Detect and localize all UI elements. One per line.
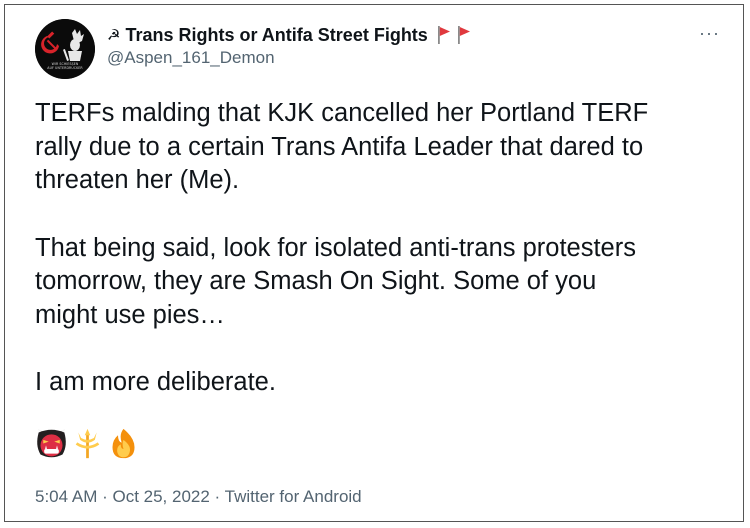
- tweet-text-line: rally due to a certain Trans Antifa Lead…: [35, 132, 644, 161]
- sickle-icon: ☭: [107, 27, 121, 44]
- tweet-text-line: might use pies…: [35, 300, 225, 329]
- tweet-text: TERFs malding that KJK cancelled her Por…: [35, 97, 725, 400]
- flag-emojis: [436, 25, 472, 45]
- tweet-text-line: TERFs malding that KJK cancelled her Por…: [35, 99, 649, 127]
- tweet-text-line: threaten her (Me).: [35, 166, 240, 194]
- tweet-card: WIR SCHIESSEN AUF UNTERDRÜCKER ☭ Trans R…: [4, 4, 744, 522]
- tweet-text-line: That being said, look for isolated anti-…: [35, 233, 636, 262]
- red-flag-icon: [437, 26, 450, 44]
- tweet-text-line: I am more deliberate.: [35, 368, 276, 396]
- emoji-row: [35, 427, 140, 467]
- display-name[interactable]: Trans Rights or Antifa Street Fights: [125, 25, 427, 46]
- ogre-emoji-icon: [37, 428, 66, 458]
- user-handle[interactable]: @Aspen_161_Demon: [107, 48, 275, 68]
- fire-emoji-icon: [112, 428, 135, 459]
- red-flag-icon: [457, 26, 470, 44]
- tweet-text-line: tomorrow, they are Smash On Sight. Some …: [35, 267, 597, 295]
- display-name-row[interactable]: ☭ Trans Rights or Antifa Street Fights: [107, 23, 472, 47]
- tweet-timestamp[interactable]: 5:04 AM · Oct 25, 2022 · Twitter for And…: [35, 487, 362, 507]
- avatar[interactable]: WIR SCHIESSEN AUF UNTERDRÜCKER: [35, 19, 95, 79]
- avatar-emblem-icon: [35, 19, 95, 79]
- avatar-caption-line2: AUF UNTERDRÜCKER: [47, 66, 83, 70]
- trident-emoji-icon: [75, 428, 100, 459]
- more-options-icon[interactable]: ···: [699, 23, 720, 43]
